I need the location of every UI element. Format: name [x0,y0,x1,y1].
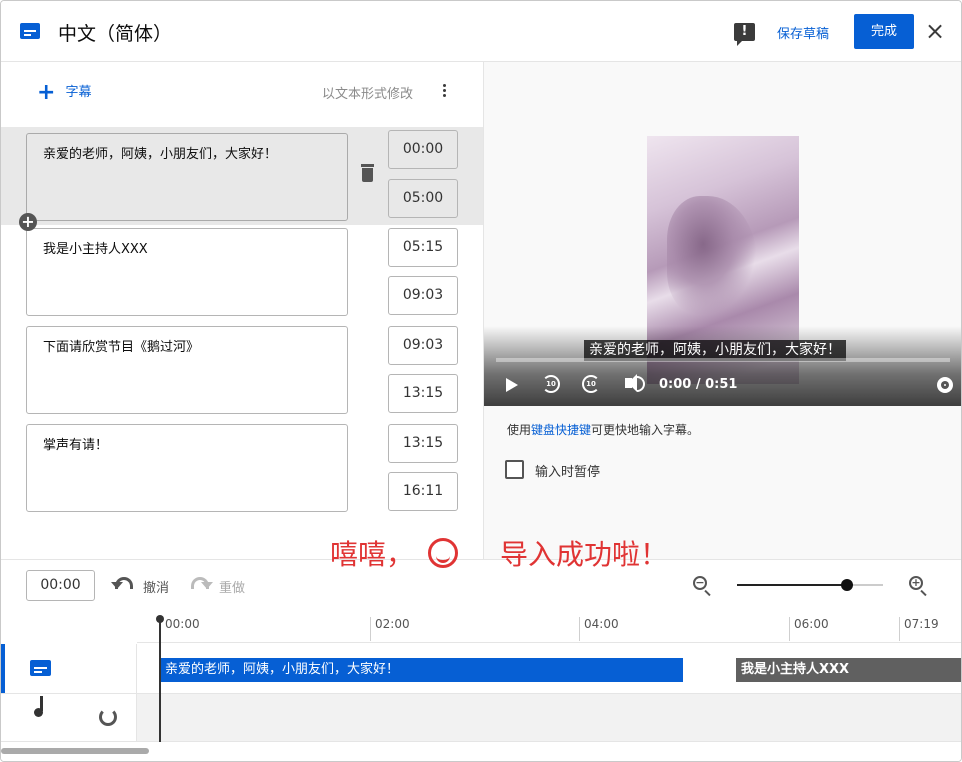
cue-end-time[interactable]: 09:03 [388,276,458,315]
cue-end-time[interactable]: 13:15 [388,374,458,413]
subtitles-track-icon [30,660,51,676]
subtitle-clip[interactable]: 我是小主持人XXX [736,658,961,682]
redo-button[interactable]: 重做 [219,577,245,596]
dialog-title: 中文（简体） [58,23,173,45]
keyboard-shortcuts-link[interactable]: 键盘快捷键 [531,423,591,437]
redo-icon[interactable] [191,577,213,589]
cue-text-field[interactable]: 下面请欣赏节目《鹅过河》 [26,326,348,414]
audio-track-header [1,694,137,741]
settings-gear-icon[interactable] [937,377,953,393]
zoom-slider[interactable] [737,579,883,591]
done-button[interactable]: 完成 [854,14,914,49]
subtitles-icon [20,23,40,39]
pause-while-typing-checkbox[interactable] [505,460,524,479]
cue-row: 我是小主持人XXX 05:15 09:03 [1,225,483,323]
cue-text-field[interactable]: 亲爱的老师，阿姨，小朋友们，大家好！ [26,133,348,221]
music-note-icon [34,696,43,717]
annotation-text: 嘻嘻， 导入成功啦！ [330,538,669,571]
cue-text-field[interactable]: 掌声有请！ [26,424,348,512]
progress-bar[interactable] [496,358,950,362]
smiley-icon [428,538,459,568]
cue-text-field[interactable]: 我是小主持人XXX [26,228,348,316]
cue-start-time[interactable]: 05:15 [388,228,458,267]
timeline: 00:00 撤消 重做 − + 00:00 02:00 04:00 06:00 … [1,559,961,761]
add-subtitle-button[interactable]: + 字幕 [37,80,91,105]
insert-cue-icon[interactable]: + [19,213,37,231]
undo-icon[interactable] [111,577,133,589]
cue-list-panel: + 字幕 以文本形式修改 亲爱的老师，阿姨，小朋友们，大家好！ 00:00 05:… [1,62,483,559]
play-icon[interactable] [506,378,518,392]
save-draft-button[interactable]: 保存草稿 [777,23,829,42]
audio-track [1,694,961,742]
ruler-tick: 06:00 [789,617,829,641]
horizontal-scrollbar[interactable] [1,748,149,754]
cue-row: 下面请欣赏节目《鹅过河》 09:03 13:15 [1,323,483,421]
ruler-tick: 02:00 [370,617,410,641]
volume-icon[interactable] [625,374,645,392]
ruler-tick: 07:19 [899,617,939,641]
cue-start-time[interactable]: 13:15 [388,424,458,463]
zoom-slider-thumb[interactable] [841,579,853,591]
cue-row: 掌声有请！ 13:15 16:11 [1,421,483,519]
cue-start-time[interactable]: 09:03 [388,326,458,365]
forward-10-icon[interactable]: 10 [582,375,600,393]
rewind-10-icon[interactable]: 10 [542,375,560,393]
subtitle-editor-dialog: 中文（简体） ! 保存草稿 完成 × + 字幕 以文本形式修改 亲爱的老师，阿姨，… [0,0,962,762]
close-icon[interactable]: × [925,19,945,43]
ruler-tick: 04:00 [579,617,619,641]
plus-icon: + [37,80,56,105]
timeline-ruler[interactable]: 00:00 02:00 04:00 06:00 07:19 [137,615,961,643]
loading-spinner-icon [99,708,117,726]
subtitle-clip[interactable]: 亲爱的老师，阿姨，小朋友们，大家好！ [160,658,683,682]
undo-button[interactable]: 撤消 [143,577,169,596]
cue-row: 亲爱的老师，阿姨，小朋友们，大家好！ 00:00 05:00 [1,127,483,225]
preview-panel: 亲爱的老师，阿姨，小朋友们，大家好！ 10 10 0:00 / 0:51 使用键… [483,62,961,559]
video-player[interactable]: 亲爱的老师，阿姨，小朋友们，大家好！ 10 10 0:00 / 0:51 [484,62,961,406]
zoom-slider-fill [737,584,847,586]
shortcut-hint: 使用键盘快捷键可更快地输入字幕。 [507,423,700,437]
add-subtitle-label: 字幕 [65,85,92,100]
more-vert-icon[interactable] [439,82,449,102]
zoom-in-icon[interactable]: + [909,576,923,590]
zoom-out-icon[interactable]: − [693,576,707,590]
delete-icon[interactable] [361,164,374,182]
ruler-tick: 00:00 [160,617,200,641]
dialog-header: 中文（简体） ! 保存草稿 完成 × [1,1,961,62]
cue-end-time[interactable]: 05:00 [388,179,458,218]
cue-end-time[interactable]: 16:11 [388,472,458,511]
timeline-time-input[interactable]: 00:00 [26,570,95,601]
edit-as-text-button[interactable]: 以文本形式修改 [322,83,413,102]
feedback-icon[interactable]: ! [734,23,755,46]
pause-while-typing-label: 输入时暂停 [535,465,601,480]
time-display: 0:00 / 0:51 [659,377,738,392]
playhead[interactable] [156,615,164,742]
subtitle-track-header [1,644,137,693]
cue-start-time[interactable]: 00:00 [388,130,458,169]
subtitle-track: 亲爱的老师，阿姨，小朋友们，大家好！ 我是小主持人XXX [1,644,961,694]
